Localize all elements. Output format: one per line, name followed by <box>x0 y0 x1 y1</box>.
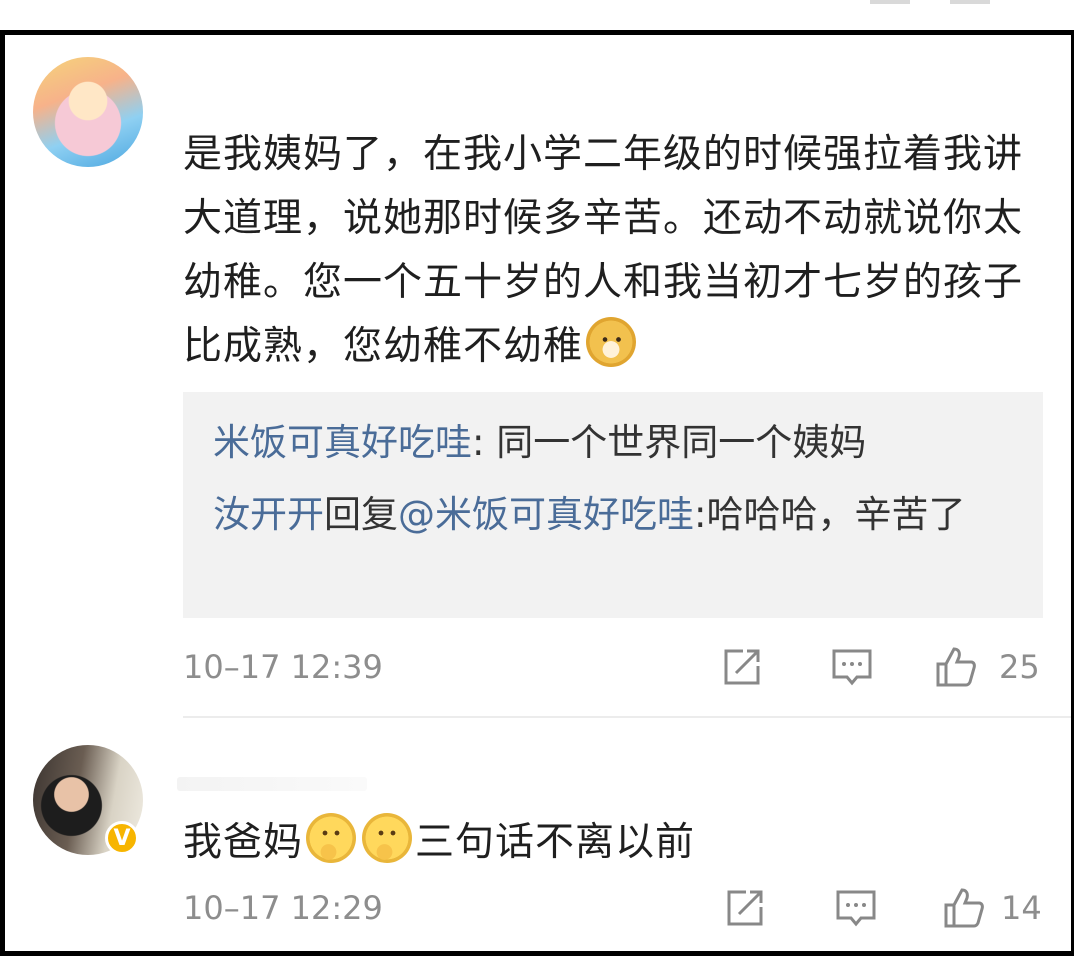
username-blurred[interactable] <box>177 777 367 791</box>
share-icon[interactable] <box>724 887 766 929</box>
comment-icon[interactable] <box>835 887 877 929</box>
reply-item[interactable]: 汝开开回复@米饭可真好吃哇:哈哈哈，辛苦了 <box>213 486 1013 544</box>
thumbs-up-icon[interactable] <box>935 646 977 688</box>
timestamp: 10–17 12:39 <box>183 648 383 686</box>
comment-icon[interactable] <box>831 646 873 688</box>
timestamp: 10–17 12:29 <box>183 889 383 927</box>
thinking-emoji <box>306 813 357 863</box>
share-icon[interactable] <box>721 646 763 688</box>
reply-label: 回复 <box>324 493 398 536</box>
comment-meta: 10–17 12:39 25 <box>183 642 1043 692</box>
top-strip <box>0 0 1074 30</box>
reply-text: :哈哈哈，辛苦了 <box>694 493 966 536</box>
reply-item[interactable]: 米饭可真好吃哇: 同一个世界同一个姨妈 <box>213 414 1013 472</box>
cutoff-element <box>870 0 910 4</box>
reply-text: : 同一个世界同一个姨妈 <box>472 421 867 464</box>
divider <box>183 716 1071 718</box>
reply-box[interactable]: 米饭可真好吃哇: 同一个世界同一个姨妈 汝开开回复@米饭可真好吃哇:哈哈哈，辛苦… <box>183 392 1043 618</box>
thinking-emoji <box>362 813 413 863</box>
cutoff-element <box>950 0 990 4</box>
avatar[interactable] <box>33 57 143 167</box>
comment-panel: 是我姨妈了，在我小学二年级的时候强拉着我讲大道理，说她那时候多辛苦。还动不动就说… <box>0 30 1074 956</box>
like-count: 14 <box>1001 889 1042 927</box>
reply-mention[interactable]: @米饭可真好吃哇 <box>398 493 694 536</box>
reply-username[interactable]: 汝开开 <box>213 493 324 536</box>
reply-username[interactable]: 米饭可真好吃哇 <box>213 421 472 464</box>
like-count: 25 <box>999 648 1040 686</box>
doge-emoji <box>586 317 637 367</box>
comment-text: 我爸妈 三句话不离以前 <box>183 811 695 875</box>
thumbs-up-icon[interactable] <box>943 887 985 929</box>
comment-meta: 10–17 12:29 14 <box>183 883 1043 933</box>
verified-badge: V <box>105 821 139 855</box>
comment-text: 是我姨妈了，在我小学二年级的时候强拉着我讲大道理，说她那时候多辛苦。还动不动就说… <box>183 132 1024 369</box>
